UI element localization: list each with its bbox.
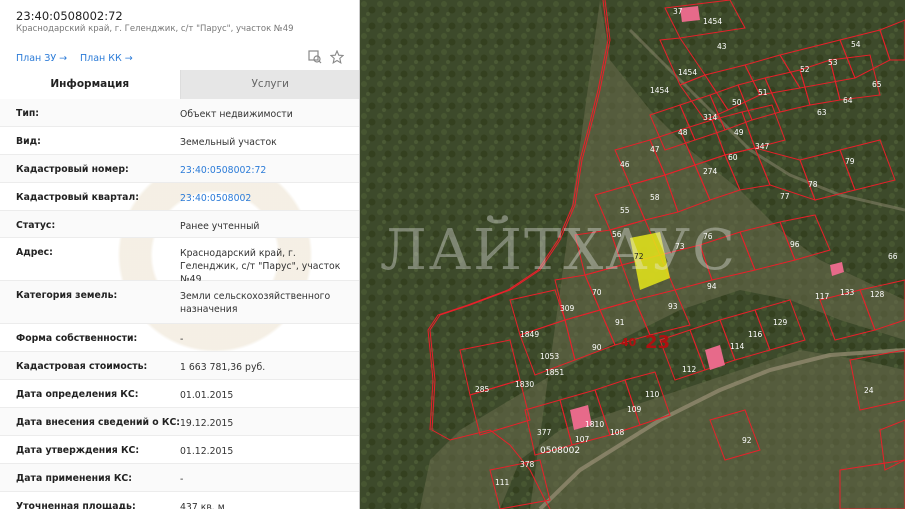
row-label: Форма собственности: [16,333,138,344]
panel-header: 23:40:0508002:72 Краснодарский край, г. … [0,0,359,70]
info-row-land-category: Категория земель: Земли сельскохозяйствен… [0,281,359,324]
row-label: Кадастровый квартал: [16,192,139,203]
tab-services[interactable]: Услуги [180,70,359,99]
info-row-cadastral-cost: Кадастровая стоимость: 1 663 781,36 руб. [0,352,359,380]
map-canvas [360,0,905,509]
plan-kk-link[interactable]: План КК → [80,53,133,64]
cadastral-map[interactable]: ЛАЙТХАУС 37 43 1454 52 53 54 1454 1454 5… [360,0,905,509]
row-value: - [180,334,184,345]
info-table: Тип: Объект недвижимости Вид: Земельный уч… [0,99,359,509]
row-label: Тип: [16,108,39,119]
info-row-cadastral-quarter: Кадастровый квартал: 23:40:0508002 [0,183,359,211]
info-row-address: Адрес: Краснодарский край, г. Геленджик, … [0,238,359,285]
row-label: Кадастровая стоимость: [16,361,148,372]
info-row-kind: Вид: Земельный участок [0,127,359,155]
row-label: Вид: [16,136,41,147]
row-label: Дата внесения сведений о КС: [16,417,180,428]
info-row-area: Уточненная площадь: 437 кв. м [0,492,359,509]
row-value: Ранее учтенный [180,221,260,232]
row-value: Объект недвижимости [180,109,293,120]
info-row-cost-application-date: Дата применения КС: - [0,464,359,492]
cadastral-quarter-link[interactable]: 23:40:0508002 [180,192,350,205]
row-value: 19.12.2015 [180,418,234,429]
row-label: Категория земель: [16,290,118,301]
row-label: Дата применения КС: [16,473,132,484]
row-label: Статус: [16,220,56,231]
star-icon[interactable] [329,49,345,64]
marked-building [680,6,700,22]
row-label: Адрес: [16,247,53,258]
cadastral-number-link[interactable]: 23:40:0508002:72 [180,164,350,177]
plan-zu-link[interactable]: План ЗУ → [16,53,67,64]
info-panel: 23:40:0508002:72 Краснодарский край, г. … [0,0,360,509]
tabs: Информация Услуги [0,70,359,99]
row-label: Дата утверждения КС: [16,445,140,456]
row-value: Земли сельскохозяйственного назначения [180,291,331,315]
cadastral-number-title: 23:40:0508002:72 [16,9,123,23]
quarter-label: 23 [645,332,671,353]
search-map-icon[interactable] [308,50,322,64]
row-value: 01.01.2015 [180,390,234,401]
block-label: 40 [621,336,637,349]
row-label: Кадастровый номер: [16,164,129,175]
row-value: 1 663 781,36 руб. [180,362,266,373]
info-row-ownership: Форма собственности: - [0,324,359,352]
row-value: - [180,474,184,485]
row-label: Дата определения КС: [16,389,139,400]
row-value: 437 кв. м [180,502,225,509]
info-row-cadastral-number: Кадастровый номер: 23:40:0508002:72 [0,155,359,183]
info-row-cost-entry-date: Дата внесения сведений о КС: 19.12.2015 [0,408,359,436]
quarter-number-label: 0508002 [540,446,581,456]
tab-information[interactable]: Информация [0,70,181,99]
row-label: Уточненная площадь: [16,501,136,509]
info-row-status: Статус: Ранее учтенный [0,211,359,238]
info-row-cost-date: Дата определения КС: 01.01.2015 [0,380,359,408]
cadastral-address-subtitle: Краснодарский край, г. Геленджик, с/т "П… [16,24,294,34]
info-row-cost-approval-date: Дата утверждения КС: 01.12.2015 [0,436,359,464]
info-row-type: Тип: Объект недвижимости [0,99,359,127]
row-value: 01.12.2015 [180,446,234,457]
row-value: Земельный участок [180,137,277,148]
